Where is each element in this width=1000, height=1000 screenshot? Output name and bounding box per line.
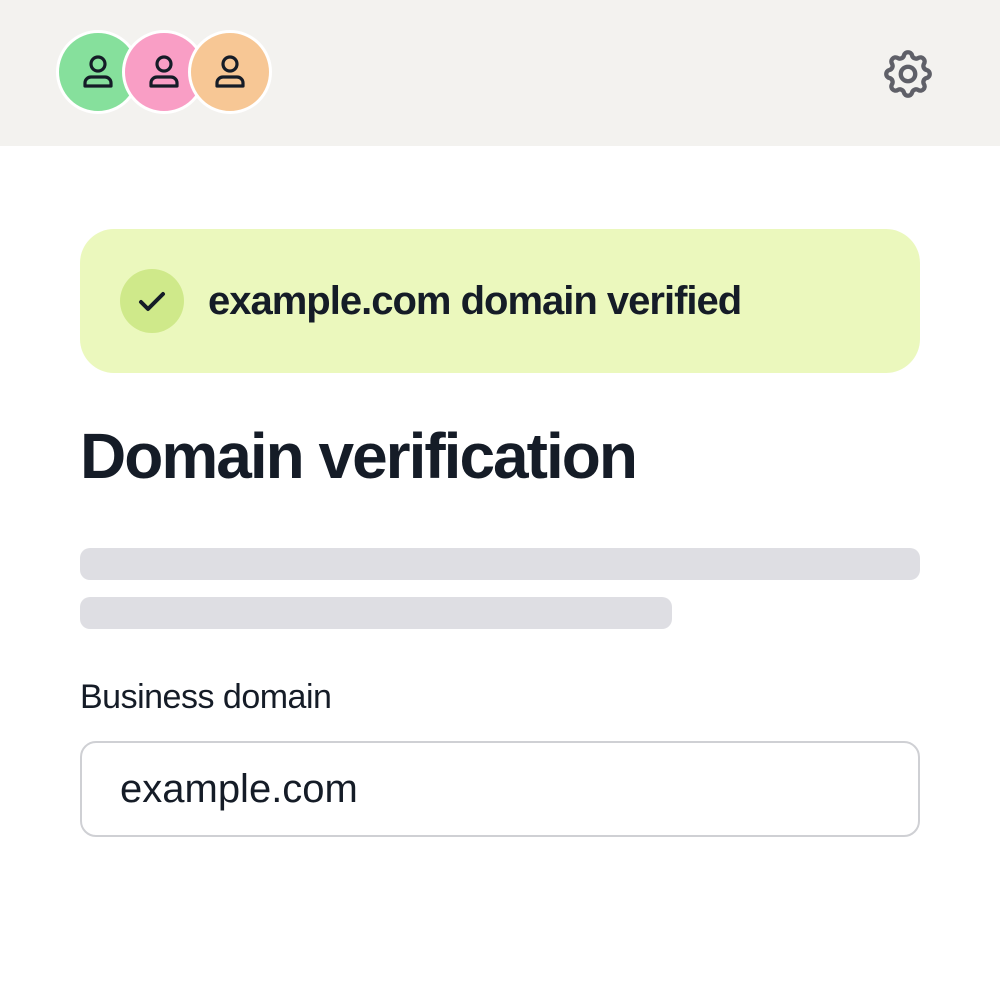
check-icon xyxy=(139,292,165,311)
business-domain-label: Business domain xyxy=(80,678,332,716)
top-bar xyxy=(0,0,1000,146)
skeleton-line xyxy=(80,597,672,629)
gear-icon xyxy=(884,50,932,98)
page-title: Domain verification xyxy=(80,420,638,492)
user-icon xyxy=(83,55,113,88)
user-icon xyxy=(215,55,245,88)
settings-button[interactable] xyxy=(876,42,940,106)
user-icon xyxy=(149,55,179,88)
banner-message: example.com domain verified xyxy=(208,278,742,323)
business-domain-input[interactable] xyxy=(80,741,920,837)
success-banner: example.com domain verified xyxy=(80,229,920,373)
check-badge xyxy=(120,269,184,333)
skeleton-line xyxy=(80,548,920,580)
avatar[interactable] xyxy=(188,30,272,114)
